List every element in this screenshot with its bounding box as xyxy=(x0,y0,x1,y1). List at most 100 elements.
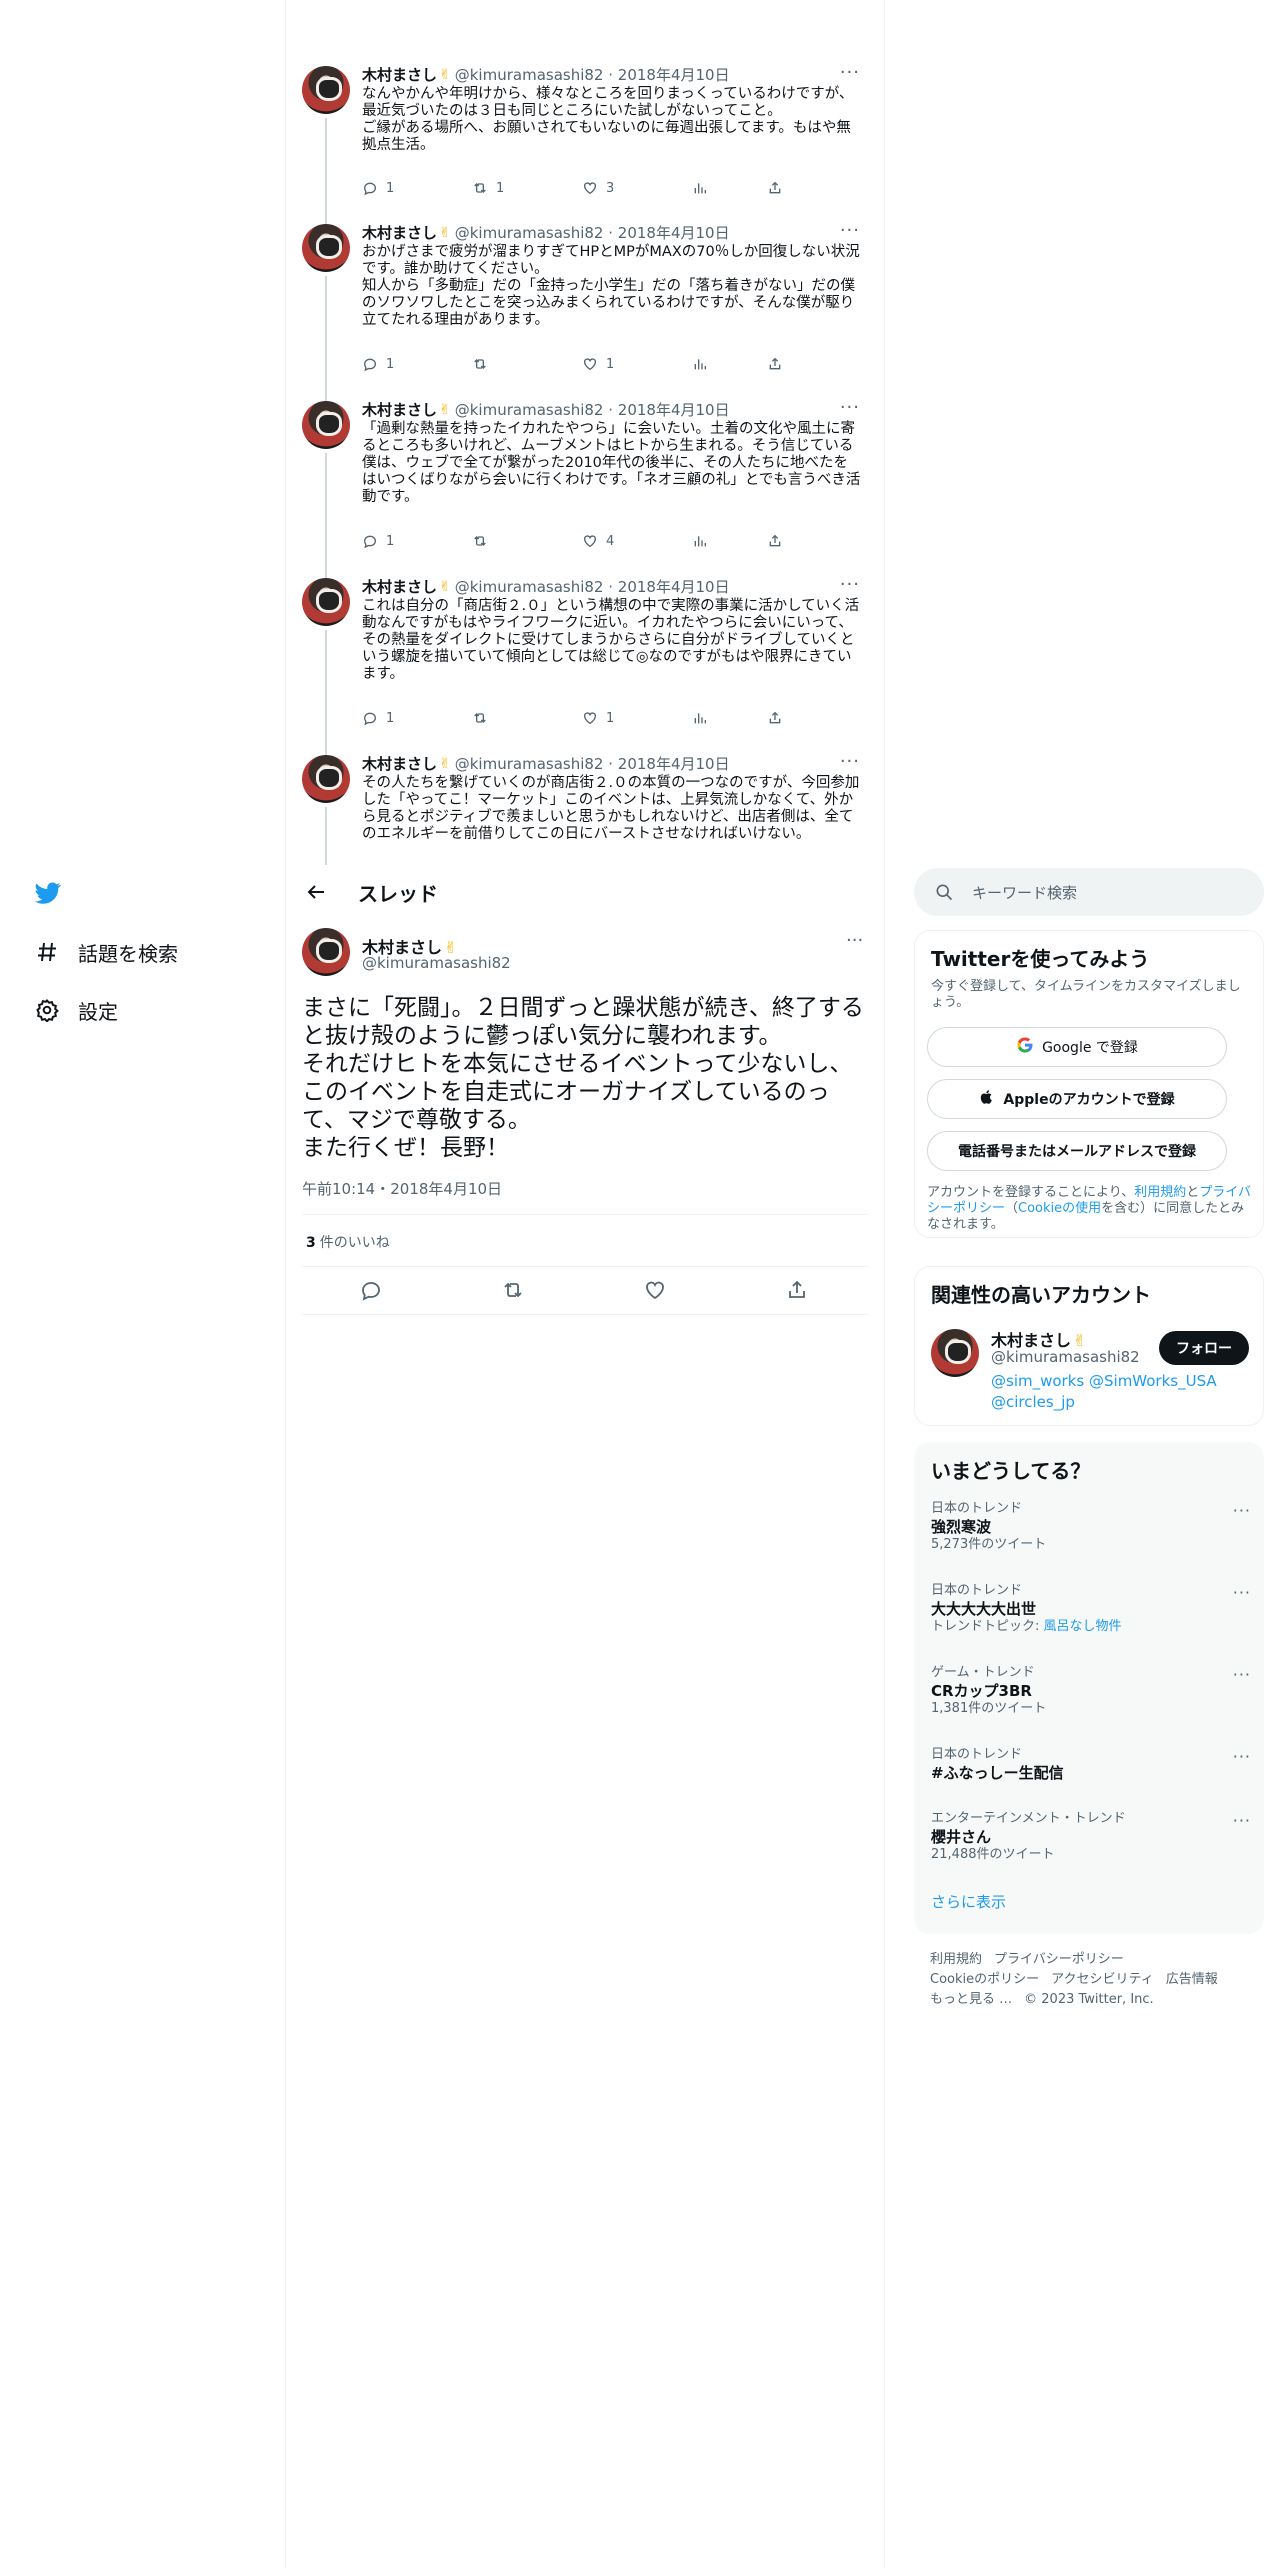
likes-summary[interactable]: 3 件のいいね xyxy=(306,1232,390,1252)
cookie-link[interactable]: Cookieの使用 xyxy=(1018,1201,1101,1216)
tweet-date[interactable]: 2018年4月10日 xyxy=(618,64,730,85)
retweet-icon xyxy=(474,183,486,193)
trend-topic-link[interactable]: 風呂なし物件 xyxy=(1044,1619,1122,1634)
retweet-button[interactable] xyxy=(472,356,496,372)
reply-button[interactable]: 1 xyxy=(362,180,394,196)
author-handle[interactable]: @kimuramasashi82 xyxy=(455,401,604,419)
nav-explore[interactable]: 話題を検索 xyxy=(30,932,178,972)
main-tweet-avatar[interactable] xyxy=(302,928,350,976)
avatar[interactable] xyxy=(302,578,350,626)
tweet-date[interactable]: 2018年4月10日 xyxy=(618,222,730,243)
more-icon[interactable]: ··· xyxy=(846,930,863,951)
author-name[interactable]: 木村まさし xyxy=(362,399,437,420)
author-handle[interactable]: @kimuramasashi82 xyxy=(455,578,604,596)
more-icon[interactable]: ··· xyxy=(1233,1501,1251,1520)
terms-link[interactable]: 利用規約 xyxy=(1134,1185,1186,1200)
footer-privacy-link[interactable]: プライバシーポリシー xyxy=(994,1952,1124,1967)
heart-icon[interactable] xyxy=(643,1278,669,1304)
author-handle[interactable]: @kimuramasashi82 xyxy=(455,66,604,84)
like-button[interactable]: 3 xyxy=(582,180,614,196)
thread-tweet[interactable]: 木村まさし ✌ @kimuramasashi82 · 2018年4月10日 ···… xyxy=(302,62,872,238)
main-tweet-handle[interactable]: @kimuramasashi82 xyxy=(362,954,511,972)
more-icon[interactable]: ··· xyxy=(840,220,860,241)
reply-icon xyxy=(363,712,377,726)
avatar[interactable] xyxy=(302,224,350,272)
related-account-handle[interactable]: @kimuramasashi82 xyxy=(991,1348,1140,1366)
thread-tweet[interactable]: 木村まさし ✌ @kimuramasashi82 · 2018年4月10日 ···… xyxy=(302,397,872,579)
avatar[interactable] xyxy=(302,66,350,114)
retweet-button[interactable]: 1 xyxy=(472,180,504,196)
share-button[interactable] xyxy=(767,710,783,726)
search-input[interactable]: キーワード検索 xyxy=(972,882,1077,903)
author-name[interactable]: 木村まさし xyxy=(362,576,437,597)
trend-item[interactable]: 日本のトレンド #ふなっしー生配信 ··· xyxy=(931,1747,1251,1783)
analytics-button[interactable] xyxy=(692,180,708,196)
apple-signup-button[interactable]: Appleのアカウントで登録 xyxy=(927,1079,1227,1119)
tweet-date[interactable]: 2018年4月10日 xyxy=(618,576,730,597)
like-button[interactable]: 4 xyxy=(582,533,614,549)
retweet-button[interactable] xyxy=(472,710,496,726)
reply-button[interactable]: 1 xyxy=(362,356,394,372)
reply-count: 1 xyxy=(386,180,395,196)
footer-ads-link[interactable]: 広告情報 xyxy=(1166,1972,1218,1987)
trend-item[interactable]: エンターテインメント・トレンド 櫻井さん 21,488件のツイート ··· xyxy=(931,1811,1251,1863)
google-signup-button[interactable]: Google で登録 xyxy=(927,1027,1227,1067)
author-handle[interactable]: @kimuramasashi82 xyxy=(455,224,604,242)
analytics-button[interactable] xyxy=(692,710,708,726)
more-icon[interactable]: ··· xyxy=(1233,1747,1251,1766)
trend-item[interactable]: 日本のトレンド 大大大大大出世 トレンドトピック: 風呂なし物件 ··· xyxy=(931,1583,1251,1635)
twitter-logo-icon[interactable] xyxy=(33,880,63,906)
more-icon[interactable]: ··· xyxy=(840,755,860,772)
footer-terms-link[interactable]: 利用規約 xyxy=(930,1952,982,1967)
follow-button[interactable]: フォロー xyxy=(1159,1331,1249,1365)
search-box[interactable]: キーワード検索 xyxy=(914,868,1264,916)
tweet-date[interactable]: 2018年4月10日 xyxy=(618,399,730,420)
reply-icon[interactable] xyxy=(359,1278,385,1304)
avatar[interactable] xyxy=(931,1329,979,1377)
bio-link[interactable]: @SimWorks_USA xyxy=(1089,1372,1217,1390)
avatar[interactable] xyxy=(302,755,350,803)
share-icon[interactable] xyxy=(785,1278,811,1304)
nav-settings[interactable]: 設定 xyxy=(30,990,118,1030)
main-tweet-timestamp[interactable]: 午前10:14・2018年4月10日 xyxy=(302,1178,502,1199)
more-icon[interactable]: ··· xyxy=(840,574,860,595)
more-icon[interactable]: ··· xyxy=(840,397,860,418)
more-icon[interactable]: ··· xyxy=(840,62,860,83)
author-name[interactable]: 木村まさし xyxy=(362,755,437,774)
analytics-button[interactable] xyxy=(692,356,708,372)
footer-more-link[interactable]: もっと見る … xyxy=(930,1992,1012,2007)
share-button[interactable] xyxy=(767,356,783,372)
more-icon[interactable]: ··· xyxy=(1233,1811,1251,1830)
reply-button[interactable]: 1 xyxy=(362,533,394,549)
avatar[interactable] xyxy=(302,401,350,449)
bio-link[interactable]: @circles_jp xyxy=(991,1393,1075,1411)
share-button[interactable] xyxy=(767,180,783,196)
footer-accessibility-link[interactable]: アクセシビリティ xyxy=(1051,1972,1154,1987)
show-more-link[interactable]: さらに表示 xyxy=(931,1891,1006,1912)
reply-count: 1 xyxy=(386,356,395,372)
author-name[interactable]: 木村まさし xyxy=(362,64,437,85)
footer-cookie-link[interactable]: Cookieのポリシー xyxy=(930,1972,1039,1987)
author-name[interactable]: 木村まさし xyxy=(362,222,437,243)
author-handle[interactable]: @kimuramasashi82 xyxy=(455,755,604,773)
trend-item[interactable]: ゲーム・トレンド CRカップ3BR 1,381件のツイート ··· xyxy=(931,1665,1251,1717)
back-arrow-icon[interactable] xyxy=(304,880,328,904)
trend-count: 21,488件のツイート xyxy=(931,1847,1055,1862)
retweet-icon[interactable] xyxy=(501,1278,527,1304)
like-button[interactable]: 1 xyxy=(582,710,614,726)
reply-icon xyxy=(363,535,377,549)
analytics-button[interactable] xyxy=(692,533,708,549)
trend-item[interactable]: 日本のトレンド 強烈寒波 5,273件のツイート ··· xyxy=(931,1501,1251,1553)
phone-signup-button[interactable]: 電話番号またはメールアドレスで登録 xyxy=(927,1131,1227,1171)
like-button[interactable]: 1 xyxy=(582,356,614,372)
tweet-date[interactable]: 2018年4月10日 xyxy=(618,755,730,774)
thread-tweet[interactable]: 木村まさし ✌ @kimuramasashi82 · 2018年4月10日 ···… xyxy=(302,755,872,865)
more-icon[interactable]: ··· xyxy=(1233,1583,1251,1602)
bio-link[interactable]: @sim_works xyxy=(991,1372,1084,1390)
share-button[interactable] xyxy=(767,533,783,549)
thread-tweet[interactable]: 木村まさし ✌ @kimuramasashi82 · 2018年4月10日 ···… xyxy=(302,220,872,402)
thread-tweet[interactable]: 木村まさし ✌ @kimuramasashi82 · 2018年4月10日 ···… xyxy=(302,574,872,756)
reply-button[interactable]: 1 xyxy=(362,710,394,726)
retweet-button[interactable] xyxy=(472,533,496,549)
more-icon[interactable]: ··· xyxy=(1233,1665,1251,1684)
